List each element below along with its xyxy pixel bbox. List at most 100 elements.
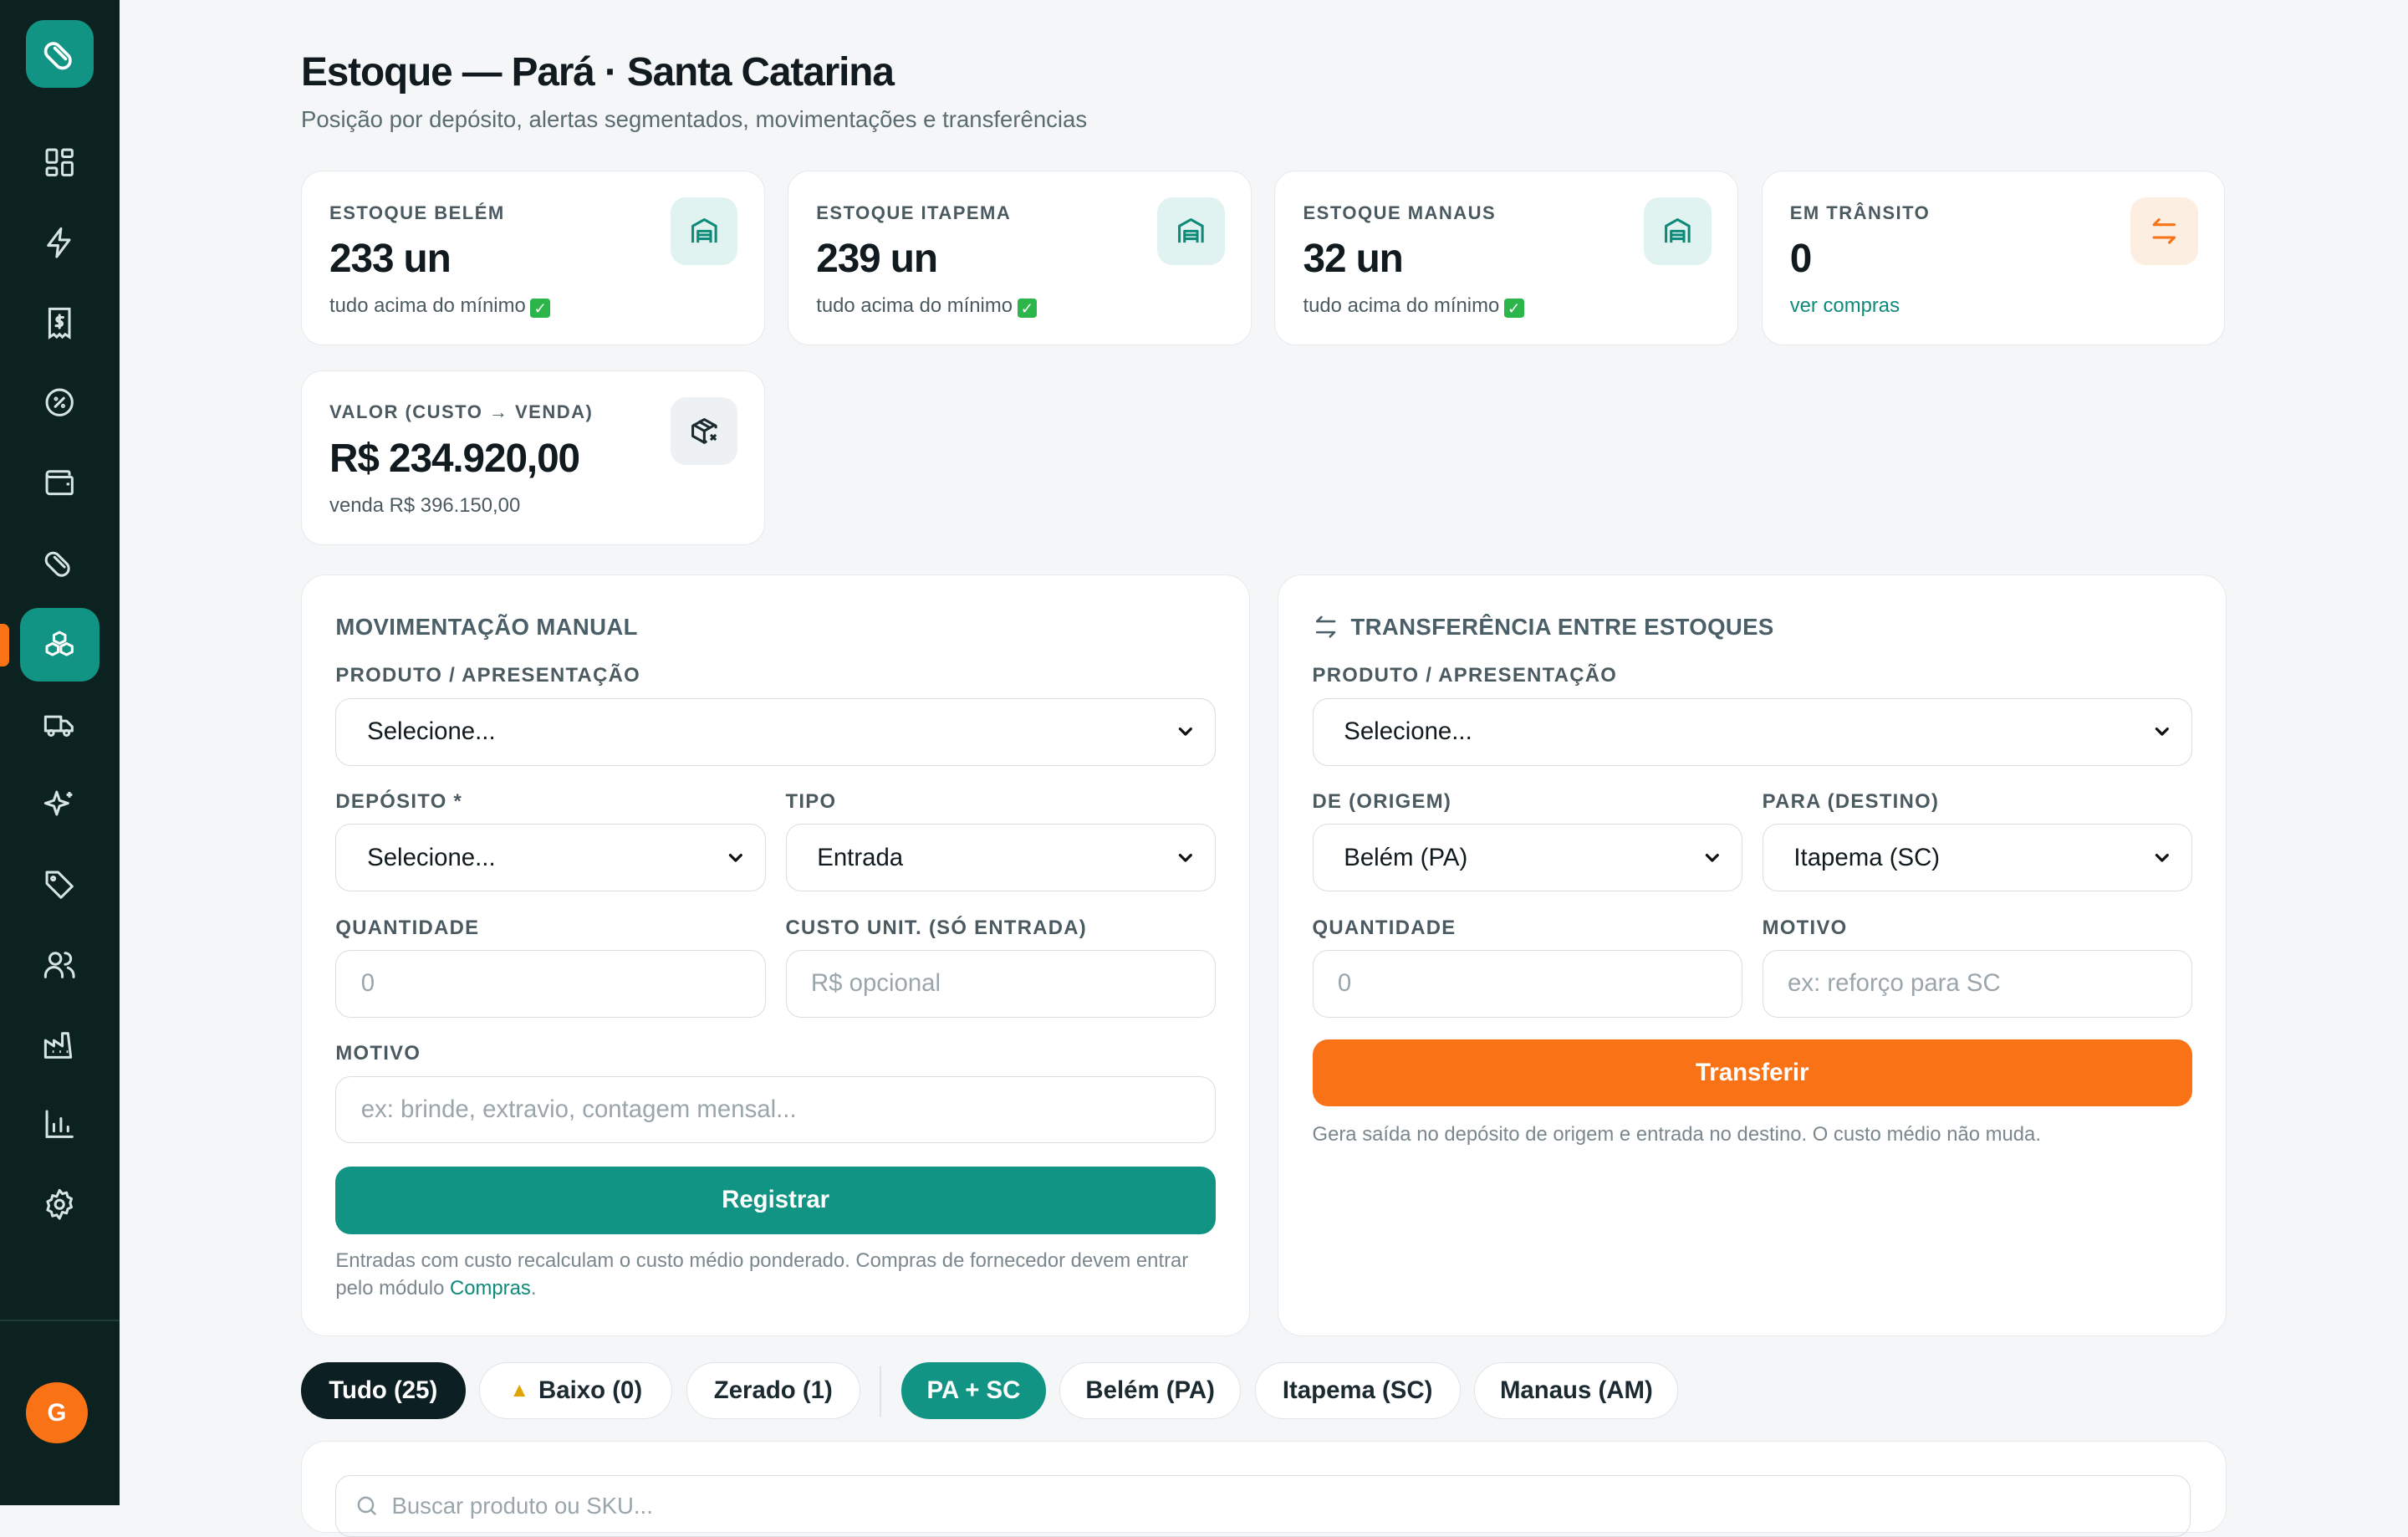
kpi-card-value: VALOR (CUSTO → VENDA) R$ 234.920,00 vend… [300, 370, 765, 546]
deposit-pa-sc-chip[interactable]: PA + SC [901, 1362, 1046, 1420]
quantity-input[interactable]: 0 [335, 950, 766, 1018]
search-placeholder: Buscar produto ou SKU... [391, 1492, 653, 1519]
check-icon: ✓ [530, 298, 551, 319]
unit-cost-label: CUSTO UNIT. (SÓ ENTRADA) [785, 916, 1088, 939]
kpi-label: EM TRÂNSITO [1789, 202, 1931, 223]
manual-movement-panel: MOVIMENTAÇÃO MANUAL PRODUTO / APRESENTAÇ… [300, 574, 1251, 1336]
quantity-label: QUANTIDADE [1312, 916, 1457, 939]
kpi-value: 239 un [816, 237, 938, 281]
kpi-card-manaus: ESTOQUE MANAUS 32 un tudo acima do mínim… [1274, 170, 1739, 346]
select-value: Itapema (SC) [1793, 843, 1941, 871]
purchases-link[interactable]: Compras [450, 1277, 531, 1300]
transfer-button[interactable]: Transferir [1312, 1039, 2192, 1107]
product-label: PRODUTO / APRESENTAÇÃO [335, 664, 640, 687]
type-select[interactable]: Entrada [785, 824, 1216, 892]
kpi-card-transit: EM TRÂNSITO 0 ver compras [1761, 170, 2226, 346]
chevron-down-icon [2155, 728, 2170, 737]
avatar[interactable]: G [26, 1382, 88, 1444]
select-value: Entrada [817, 843, 904, 871]
transfer-help-text: Gera saída no depósito de origem e entra… [1312, 1122, 2041, 1146]
search-icon [358, 1496, 377, 1515]
transfer-panel: TRANSFERÊNCIA ENTRE ESTOQUES PRODUTO / A… [1278, 574, 2227, 1336]
product-label: PRODUTO / APRESENTAÇÃO [1312, 664, 1618, 687]
panel-title-text: TRANSFERÊNCIA ENTRE ESTOQUES [1350, 613, 1774, 640]
deposit-manaus-chip[interactable]: Manaus (AM) [1474, 1362, 1679, 1420]
warehouse-icon [670, 197, 738, 265]
deposit-select[interactable]: Selecione... [335, 824, 766, 892]
chip-label: Baixo (0) [538, 1376, 643, 1405]
sidebar: G [0, 0, 120, 1505]
badge-percent-icon[interactable] [20, 365, 100, 439]
kpi-value: 32 un [1303, 237, 1404, 281]
transfer-product-select[interactable]: Selecione... [1312, 697, 2192, 766]
filter-zero-chip[interactable]: Zerado (1) [686, 1362, 860, 1420]
dashboard-icon[interactable] [20, 126, 100, 200]
chevron-down-icon [1178, 854, 1192, 862]
check-icon: ✓ [1503, 298, 1524, 319]
kpi-label: VALOR (CUSTO → VENDA) [329, 401, 594, 423]
arrows-swap-icon [1315, 615, 1335, 638]
page-subtitle: Posição por depósito, alertas segmentado… [300, 105, 1088, 132]
register-button[interactable]: Registrar [335, 1167, 1216, 1234]
kpi-note: tudo acima do mínimo ✓ [329, 294, 551, 319]
package-x-icon [670, 396, 738, 465]
kpi-value: 0 [1789, 237, 1813, 281]
panel-title: MOVIMENTAÇÃO MANUAL [335, 613, 638, 640]
sparkles-icon[interactable] [20, 768, 100, 841]
tag-icon[interactable] [20, 848, 100, 922]
page-title: Estoque — Pará · Santa Catarina [300, 49, 895, 94]
arrows-swap-icon [2130, 197, 2199, 265]
boxes-icon[interactable] [19, 608, 100, 682]
deposit-itapema-chip[interactable]: Itapema (SC) [1254, 1362, 1461, 1420]
check-icon: ✓ [1017, 298, 1038, 319]
transfer-reason-input[interactable]: ex: reforço para SC [1762, 950, 2192, 1018]
help-end: . [530, 1276, 537, 1300]
settings-icon[interactable] [20, 1167, 100, 1241]
active-indicator [0, 623, 10, 667]
select-value: Selecione... [1344, 717, 1472, 746]
quantity-label: QUANTIDADE [335, 916, 480, 939]
pill-logo-icon[interactable] [26, 19, 94, 88]
users-icon[interactable] [20, 927, 100, 1001]
kpi-label: ESTOQUE MANAUS [1303, 202, 1497, 223]
kpi-label: ESTOQUE BELÉM [329, 202, 505, 223]
origin-select[interactable]: Belém (PA) [1312, 824, 1742, 892]
kpi-note-text: tudo acima do mínimo [329, 294, 526, 317]
type-label: TIPO [785, 790, 837, 814]
product-select[interactable]: Selecione... [335, 697, 1216, 766]
warehouse-icon [1156, 197, 1225, 265]
chevron-down-icon [2155, 854, 2170, 862]
reason-label: MOTIVO [1762, 916, 1848, 939]
filter-low-chip[interactable]: ▲ Baixo (0) [479, 1362, 673, 1420]
zap-icon[interactable] [20, 206, 100, 279]
chevron-down-icon [1178, 728, 1192, 737]
unit-cost-input[interactable]: R$ opcional [785, 950, 1216, 1018]
deposit-label: DEPÓSITO * [335, 790, 463, 814]
see-purchases-link[interactable]: ver compras [1790, 294, 1900, 318]
warning-icon: ▲ [509, 1379, 530, 1402]
sidebar-divider [0, 1319, 120, 1321]
factory-icon[interactable] [20, 1008, 100, 1081]
reason-label: MOTIVO [335, 1042, 421, 1065]
chip-divider [880, 1365, 882, 1418]
kpi-note: venda R$ 396.150,00 [329, 493, 521, 517]
wallet-icon[interactable] [20, 446, 100, 519]
bar-chart-icon[interactable] [20, 1087, 100, 1161]
destination-select[interactable]: Itapema (SC) [1762, 824, 2192, 892]
deposit-belem-chip[interactable]: Belém (PA) [1059, 1362, 1242, 1420]
transfer-quantity-input[interactable]: 0 [1312, 950, 1742, 1018]
pill-icon[interactable] [20, 525, 100, 599]
kpi-note-text: tudo acima do mínimo [1303, 294, 1500, 317]
kpi-card-belem: ESTOQUE BELÉM 233 un tudo acima do mínim… [300, 170, 765, 346]
kpi-note-text: tudo acima do mínimo [816, 294, 1013, 317]
kpi-value: R$ 234.920,00 [329, 436, 580, 481]
receipt-icon[interactable] [20, 286, 100, 360]
kpi-card-itapema: ESTOQUE ITAPEMA 239 un tudo acima do mín… [788, 170, 1252, 346]
filter-all-chip[interactable]: Tudo (25) [300, 1362, 466, 1420]
truck-icon[interactable] [20, 688, 100, 762]
search-input[interactable]: Buscar produto ou SKU... [335, 1475, 2191, 1537]
reason-input[interactable]: ex: brinde, extravio, contagem mensal... [335, 1075, 1216, 1144]
chevron-down-icon [728, 854, 742, 862]
kpi-note: tudo acima do mínimo ✓ [1303, 294, 1524, 319]
kpi-note: tudo acima do mínimo ✓ [816, 294, 1038, 319]
